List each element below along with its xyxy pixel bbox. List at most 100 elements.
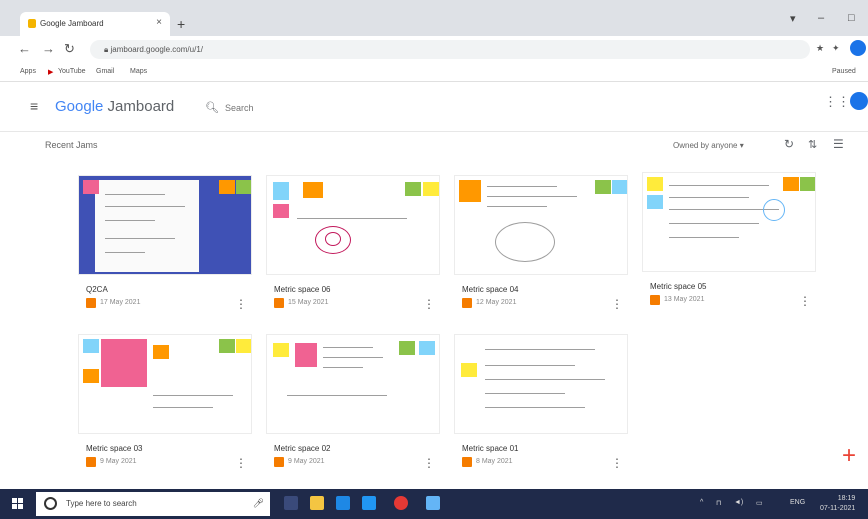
- edge-icon[interactable]: [336, 496, 350, 510]
- account-avatar[interactable]: [850, 92, 868, 110]
- more-options-icon[interactable]: ⋮: [235, 456, 247, 470]
- restore-icon[interactable]: –: [818, 12, 824, 24]
- jam-card[interactable]: Metric space 06 15 May 2021 ⋮: [266, 175, 440, 325]
- network-icon[interactable]: ⊓: [716, 499, 721, 507]
- jam-date-text: 8 May 2021: [476, 458, 513, 465]
- sort-icon[interactable]: ⇅: [808, 138, 817, 151]
- more-options-icon[interactable]: ⋮: [423, 456, 435, 470]
- list-view-icon[interactable]: ☰: [833, 137, 844, 151]
- taskbar-search-box[interactable]: Type here to search 🎤︎: [36, 492, 270, 516]
- reload-icon[interactable]: ↻: [64, 41, 75, 57]
- sticky-note: [236, 339, 251, 353]
- sticky-note: [273, 182, 289, 200]
- refresh-icon[interactable]: ↻: [784, 137, 794, 151]
- new-tab-icon[interactable]: +: [177, 16, 185, 32]
- sticky-note: [647, 195, 663, 209]
- back-icon[interactable]: ←: [18, 41, 31, 56]
- sticky-note: [219, 180, 235, 194]
- sticky-note: [219, 339, 235, 353]
- url-text: jamboard.google.com/u/1/: [110, 45, 203, 54]
- jam-card[interactable]: Metric space 05 13 May 2021 ⋮: [642, 172, 816, 322]
- jam-thumbnail: [266, 334, 440, 434]
- jam-date: 12 May 2021: [462, 298, 517, 308]
- jamboard-file-icon: [462, 298, 472, 308]
- jam-date: 9 May 2021: [86, 457, 137, 467]
- task-view-icon[interactable]: [284, 496, 298, 510]
- bookmark-youtube[interactable]: YouTube: [58, 68, 86, 75]
- sticky-note: [83, 180, 99, 194]
- jamboard-file-icon: [462, 457, 472, 467]
- store-icon[interactable]: [362, 496, 376, 510]
- jam-date: 9 May 2021: [274, 457, 325, 467]
- photos-icon[interactable]: [426, 496, 440, 510]
- more-options-icon[interactable]: ⋮: [799, 294, 811, 308]
- forward-icon[interactable]: →: [42, 41, 55, 56]
- bookmark-apps[interactable]: Apps: [20, 68, 36, 75]
- bookmark-maps[interactable]: Maps: [130, 68, 147, 75]
- bookmark-gmail[interactable]: Gmail: [96, 68, 114, 75]
- address-bar[interactable]: 🔒︎ jamboard.google.com/u/1/: [90, 40, 810, 59]
- more-options-icon[interactable]: ⋮: [611, 297, 623, 311]
- browser-toolbar: ← → ↻ 🔒︎ jamboard.google.com/u/1/ ★ ✦: [0, 36, 868, 62]
- more-options-icon[interactable]: ⋮: [235, 297, 247, 311]
- volume-icon[interactable]: ◄): [734, 499, 743, 506]
- jam-thumbnail: [266, 175, 440, 275]
- search-input[interactable]: [225, 100, 485, 116]
- jam-thumbnail: [78, 175, 252, 275]
- sticky-note: [800, 177, 815, 191]
- chrome-icon[interactable]: [394, 496, 408, 510]
- new-jam-plus-icon[interactable]: +: [835, 442, 863, 470]
- browser-tab[interactable]: Google Jamboard ×: [20, 12, 170, 36]
- jam-date-text: 12 May 2021: [476, 299, 517, 306]
- jam-card[interactable]: Q2CA 17 May 2021 ⋮: [78, 175, 252, 325]
- puzzle-icon[interactable]: ✦: [832, 43, 842, 53]
- clock-date: 07-11-2021: [820, 505, 856, 512]
- sticky-note: [459, 180, 481, 202]
- tray-up-arrow-icon[interactable]: ^: [700, 499, 703, 506]
- sticky-note: [461, 363, 477, 377]
- jam-date: 15 May 2021: [274, 298, 328, 308]
- battery-icon[interactable]: ▭: [756, 499, 763, 507]
- taskbar-search-placeholder: Type here to search: [66, 499, 137, 508]
- jam-title: Metric space 06: [274, 285, 331, 294]
- jamboard-logo[interactable]: Google Jamboard: [55, 98, 174, 115]
- youtube-icon: ▶: [48, 69, 54, 76]
- jamboard-file-icon: [86, 298, 96, 308]
- close-tab-icon[interactable]: ×: [156, 17, 162, 28]
- more-options-icon[interactable]: ⋮: [423, 297, 435, 311]
- owner-filter-dropdown[interactable]: Owned by anyone ▾: [673, 141, 744, 150]
- sticky-note: [153, 345, 169, 359]
- jam-thumbnail: [454, 334, 628, 434]
- menu-icon[interactable]: ≡: [30, 98, 38, 114]
- system-clock[interactable]: 18:19 07-11-2021: [820, 494, 855, 514]
- sticky-note: [303, 182, 323, 198]
- profile-status[interactable]: Paused: [832, 68, 856, 75]
- cortana-icon: [44, 497, 57, 510]
- sticky-note: [273, 204, 289, 218]
- search-icon[interactable]: 🔍︎: [205, 101, 219, 114]
- jam-date-text: 13 May 2021: [664, 296, 705, 303]
- jam-card[interactable]: Metric space 04 12 May 2021 ⋮: [454, 175, 628, 325]
- clock-time: 18:19: [837, 495, 856, 502]
- browser-profile-avatar[interactable]: [850, 40, 866, 56]
- jam-card[interactable]: Metric space 02 9 May 2021 ⋮: [266, 334, 440, 484]
- minimize-icon[interactable]: ▾: [790, 12, 796, 25]
- maximize-icon[interactable]: □: [848, 12, 855, 24]
- language-indicator[interactable]: ENG: [790, 499, 805, 506]
- sticky-note: [647, 177, 663, 191]
- sticky-note: [423, 182, 439, 196]
- microphone-icon[interactable]: 🎤︎: [253, 498, 264, 509]
- jam-card[interactable]: Metric space 03 9 May 2021 ⋮: [78, 334, 252, 484]
- jam-card[interactable]: Metric space 01 8 May 2021 ⋮: [454, 334, 628, 484]
- bookmarks-bar: Apps ▶ YouTube Gmail Maps Paused: [0, 62, 868, 82]
- extensions-icon[interactable]: ★: [816, 43, 826, 53]
- windows-start-icon[interactable]: [12, 498, 24, 510]
- sticky-note: [405, 182, 421, 196]
- jam-title: Metric space 02: [274, 444, 331, 453]
- jam-title: Metric space 03: [86, 444, 143, 453]
- drawn-curve: [495, 222, 555, 262]
- more-options-icon[interactable]: ⋮: [611, 456, 623, 470]
- file-explorer-icon[interactable]: [310, 496, 324, 510]
- tab-title: Google Jamboard: [40, 19, 104, 28]
- desktop-screen: Google Jamboard × + ▾ – □ ← → ↻ 🔒︎ jambo…: [0, 0, 868, 519]
